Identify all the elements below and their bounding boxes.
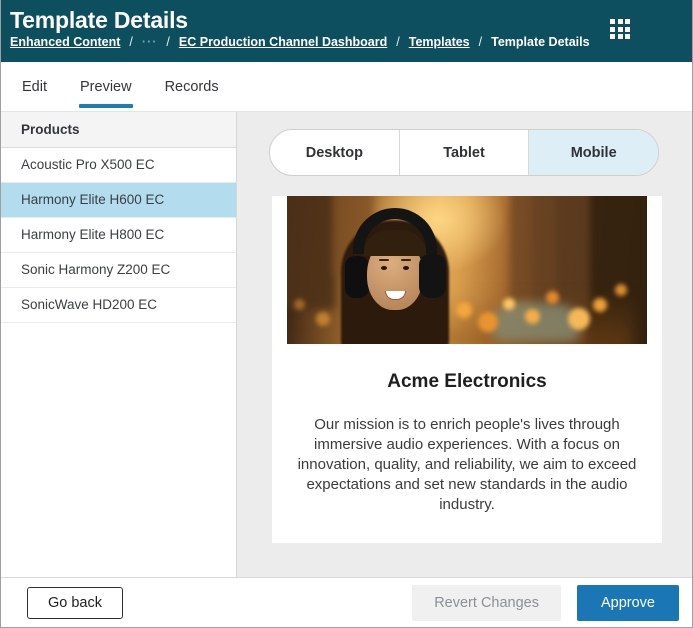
breadcrumb-template-details: Template Details (491, 35, 589, 49)
sidebar-item-sonic-harmony-z200[interactable]: Sonic Harmony Z200 EC (1, 253, 236, 288)
header-actions (610, 19, 674, 39)
sidebar-item-sonicwave-hd200[interactable]: SonicWave HD200 EC (1, 288, 236, 323)
tab-preview-label: Preview (80, 79, 132, 95)
mission-text: Our mission is to enrich people's lives … (292, 415, 642, 515)
device-toggle-desktop[interactable]: Desktop (270, 130, 399, 175)
tab-bar: Edit Preview Records (1, 62, 692, 112)
active-tab-underline (79, 104, 133, 108)
device-toggle-tablet[interactable]: Tablet (399, 130, 529, 175)
tab-edit-label: Edit (22, 79, 47, 95)
sidebar-item-harmony-elite-h800[interactable]: Harmony Elite H800 EC (1, 218, 236, 253)
footer-bar: Go back Revert Changes Approve (1, 577, 692, 627)
breadcrumb-separator: / (129, 35, 132, 49)
tab-edit[interactable]: Edit (21, 62, 48, 111)
headphone-band (353, 208, 437, 254)
page-title: Template Details (10, 6, 678, 34)
sidebar-item-acoustic-pro-x500[interactable]: Acoustic Pro X500 EC (1, 148, 236, 183)
headphone-earcup-right (419, 254, 446, 298)
device-toggle-mobile[interactable]: Mobile (528, 130, 658, 175)
apps-grid-icon[interactable] (610, 19, 630, 39)
sidebar-item-harmony-elite-h600[interactable]: Harmony Elite H600 EC (1, 183, 236, 218)
template-details-window: Template Details Enhanced Content / ··· … (0, 0, 693, 628)
woman-with-headphones (321, 204, 481, 344)
tab-records[interactable]: Records (164, 62, 220, 111)
hero-image (287, 196, 647, 344)
device-toggle: Desktop Tablet Mobile (269, 129, 659, 176)
breadcrumb-separator: / (479, 35, 482, 49)
products-sidebar: Products Acoustic Pro X500 EC Harmony El… (1, 112, 237, 577)
breadcrumb-enhanced-content[interactable]: Enhanced Content (10, 35, 120, 49)
breadcrumb-separator: / (166, 35, 169, 49)
breadcrumb-ec-production-channel-dashboard[interactable]: EC Production Channel Dashboard (179, 35, 387, 49)
breadcrumb-templates[interactable]: Templates (409, 35, 470, 49)
headphone-earcup-left (345, 256, 369, 298)
revert-changes-button[interactable]: Revert Changes (412, 585, 561, 621)
user-icon[interactable] (654, 19, 674, 39)
breadcrumb-overflow-ellipsis[interactable]: ··· (142, 35, 158, 49)
tab-records-label: Records (165, 79, 219, 95)
tab-preview[interactable]: Preview (79, 62, 133, 111)
brand-title: Acme Electronics (272, 371, 662, 393)
page-header: Template Details Enhanced Content / ··· … (1, 0, 692, 62)
mobile-preview-card: Acme Electronics Our mission is to enric… (272, 196, 662, 543)
content-area: Products Acoustic Pro X500 EC Harmony El… (1, 112, 692, 577)
approve-button[interactable]: Approve (577, 585, 679, 621)
preview-pane: Desktop Tablet Mobile (237, 112, 692, 577)
products-header: Products (1, 112, 236, 148)
breadcrumb: Enhanced Content / ··· / EC Production C… (10, 35, 678, 49)
go-back-button[interactable]: Go back (27, 587, 123, 619)
breadcrumb-separator: / (396, 35, 399, 49)
